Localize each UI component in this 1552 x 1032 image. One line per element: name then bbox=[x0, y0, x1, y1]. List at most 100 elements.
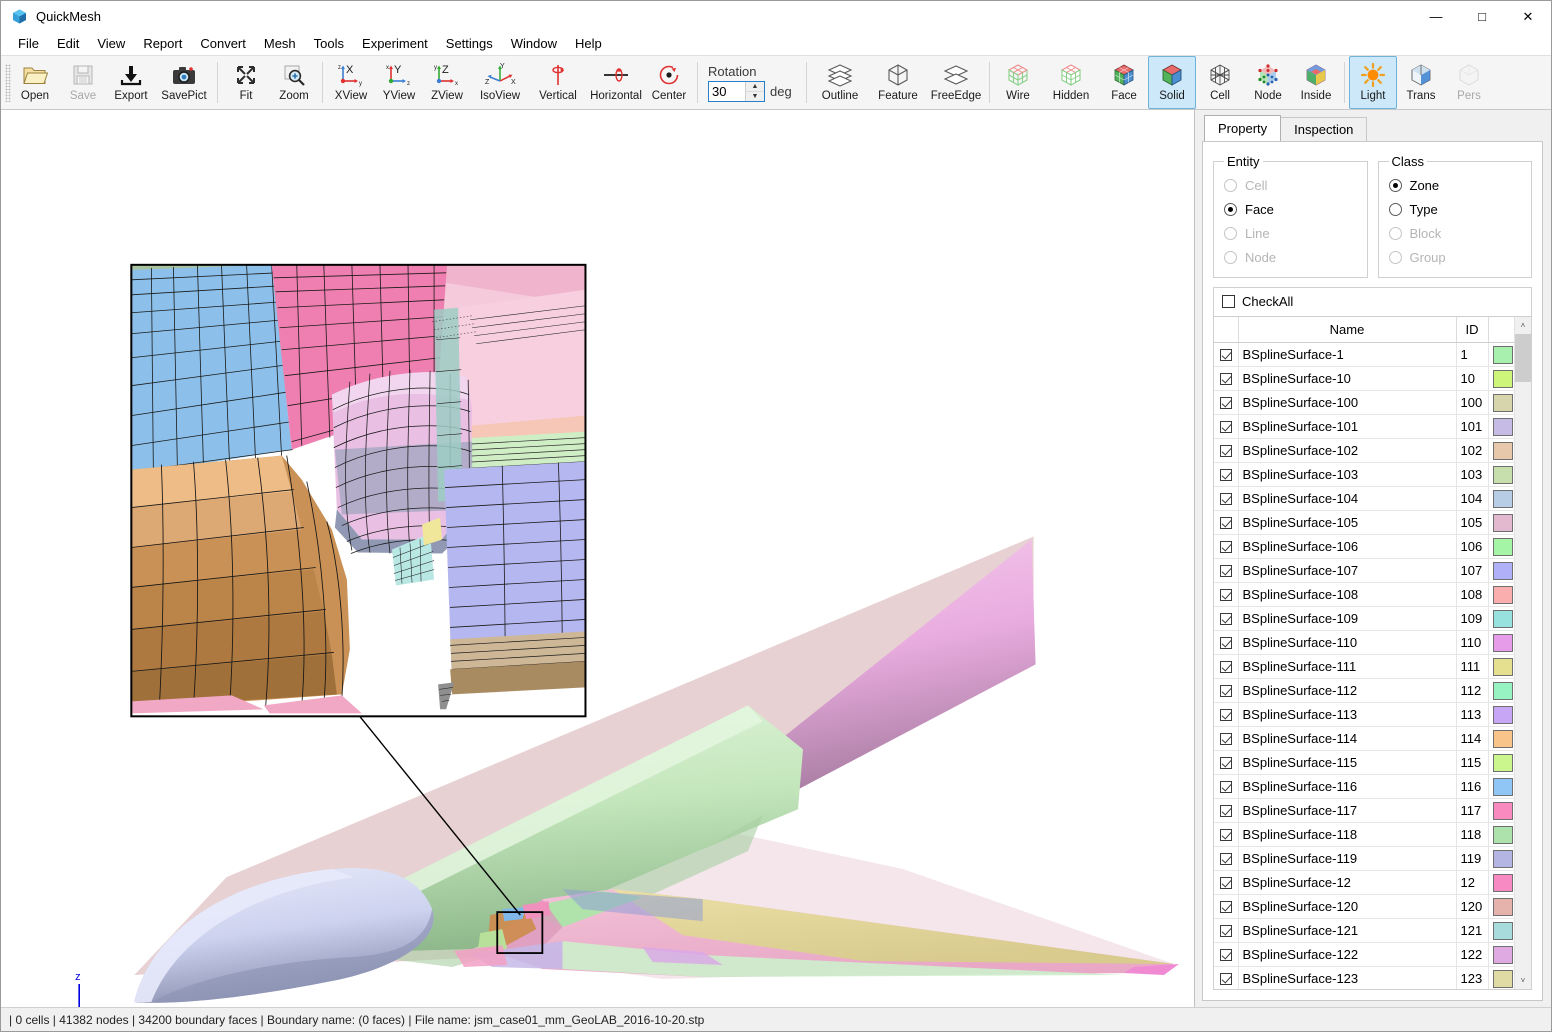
menu-view[interactable]: View bbox=[88, 33, 134, 54]
color-swatch[interactable] bbox=[1492, 682, 1513, 700]
row-color-cell[interactable] bbox=[1488, 342, 1514, 367]
trans-button[interactable]: Trans bbox=[1397, 56, 1445, 109]
row-checkbox[interactable] bbox=[1219, 445, 1232, 458]
row-color-cell[interactable] bbox=[1488, 414, 1514, 439]
color-swatch[interactable] bbox=[1492, 970, 1513, 988]
menu-convert[interactable]: Convert bbox=[191, 33, 255, 54]
color-swatch[interactable] bbox=[1492, 730, 1513, 748]
face-button[interactable]: Face bbox=[1100, 56, 1148, 109]
color-swatch[interactable] bbox=[1492, 346, 1513, 364]
row-color-cell[interactable] bbox=[1488, 534, 1514, 559]
row-checkbox[interactable] bbox=[1219, 565, 1232, 578]
color-swatch[interactable] bbox=[1492, 610, 1513, 628]
row-checkbox[interactable] bbox=[1219, 925, 1232, 938]
row-name-cell[interactable]: BSplineSurface-111 bbox=[1238, 654, 1457, 679]
zview-button[interactable]: Z x y ZView bbox=[423, 56, 471, 109]
row-name-cell[interactable]: BSplineSurface-100 bbox=[1238, 390, 1457, 415]
table-row[interactable]: BSplineSurface-122 122 bbox=[1214, 942, 1514, 967]
solid-button[interactable]: Solid bbox=[1148, 56, 1196, 109]
color-swatch[interactable] bbox=[1492, 586, 1513, 604]
tab-property[interactable]: Property bbox=[1204, 115, 1282, 141]
row-checkbox[interactable] bbox=[1219, 469, 1232, 482]
row-name-cell[interactable]: BSplineSurface-12 bbox=[1238, 870, 1457, 895]
row-checkbox-cell[interactable] bbox=[1214, 462, 1239, 487]
rotation-spin-down-icon[interactable]: ▼ bbox=[746, 92, 764, 101]
color-swatch[interactable] bbox=[1492, 394, 1513, 412]
row-checkbox[interactable] bbox=[1219, 781, 1232, 794]
row-checkbox[interactable] bbox=[1219, 829, 1232, 842]
row-checkbox-cell[interactable] bbox=[1214, 870, 1239, 895]
row-checkbox[interactable] bbox=[1219, 709, 1232, 722]
row-name-cell[interactable]: BSplineSurface-115 bbox=[1238, 750, 1457, 775]
row-name-cell[interactable]: BSplineSurface-1 bbox=[1238, 342, 1457, 367]
open-button[interactable]: Open bbox=[11, 56, 59, 109]
table-row[interactable]: BSplineSurface-1 1 bbox=[1214, 342, 1514, 367]
color-swatch[interactable] bbox=[1492, 490, 1513, 508]
maximize-button[interactable]: □ bbox=[1459, 1, 1505, 32]
table-row[interactable]: BSplineSurface-101 101 bbox=[1214, 414, 1514, 439]
minimize-button[interactable]: — bbox=[1413, 1, 1459, 32]
table-row[interactable]: BSplineSurface-121 121 bbox=[1214, 918, 1514, 943]
color-swatch[interactable] bbox=[1492, 562, 1513, 580]
menu-help[interactable]: Help bbox=[566, 33, 611, 54]
row-name-cell[interactable]: BSplineSurface-10 bbox=[1238, 366, 1457, 391]
check-all-row[interactable]: CheckAll bbox=[1214, 294, 1531, 316]
row-color-cell[interactable] bbox=[1488, 486, 1514, 511]
check-all-checkbox[interactable] bbox=[1222, 295, 1235, 308]
row-name-cell[interactable]: BSplineSurface-109 bbox=[1238, 606, 1457, 631]
tab-inspection[interactable]: Inspection bbox=[1280, 117, 1368, 141]
table-row[interactable]: BSplineSurface-108 108 bbox=[1214, 582, 1514, 607]
row-checkbox-cell[interactable] bbox=[1214, 774, 1239, 799]
save-button[interactable]: Save bbox=[59, 56, 107, 109]
color-swatch[interactable] bbox=[1492, 634, 1513, 652]
row-color-cell[interactable] bbox=[1488, 678, 1514, 703]
wire-button[interactable]: Wire bbox=[994, 56, 1042, 109]
color-swatch[interactable] bbox=[1492, 370, 1513, 388]
row-checkbox-cell[interactable] bbox=[1214, 750, 1239, 775]
radio-type-icon[interactable] bbox=[1388, 202, 1402, 216]
row-checkbox[interactable] bbox=[1219, 949, 1232, 962]
feature-button[interactable]: Feature bbox=[869, 56, 927, 109]
menu-file[interactable]: File bbox=[9, 33, 48, 54]
row-checkbox-cell[interactable] bbox=[1214, 726, 1239, 751]
row-checkbox-cell[interactable] bbox=[1214, 510, 1239, 535]
row-name-cell[interactable]: BSplineSurface-120 bbox=[1238, 894, 1457, 919]
color-swatch[interactable] bbox=[1492, 922, 1513, 940]
horizontal-button[interactable]: Horizontal bbox=[587, 56, 645, 109]
radio-zone-icon[interactable] bbox=[1388, 178, 1402, 192]
th-id[interactable]: ID bbox=[1456, 317, 1489, 343]
row-checkbox-cell[interactable] bbox=[1214, 486, 1239, 511]
rotation-spin-arrows[interactable]: ▲ ▼ bbox=[745, 81, 764, 101]
row-checkbox[interactable] bbox=[1219, 877, 1232, 890]
row-checkbox[interactable] bbox=[1219, 349, 1232, 362]
close-button[interactable]: ✕ bbox=[1505, 1, 1551, 32]
row-name-cell[interactable]: BSplineSurface-122 bbox=[1238, 942, 1457, 967]
table-row[interactable]: BSplineSurface-110 110 bbox=[1214, 630, 1514, 655]
class-type-option[interactable]: Type bbox=[1388, 197, 1524, 221]
row-color-cell[interactable] bbox=[1488, 510, 1514, 535]
rotation-input[interactable] bbox=[709, 81, 745, 101]
yview-button[interactable]: Y z x YView bbox=[375, 56, 423, 109]
row-color-cell[interactable] bbox=[1488, 726, 1514, 751]
table-row[interactable]: BSplineSurface-123 123 bbox=[1214, 966, 1514, 989]
row-color-cell[interactable] bbox=[1488, 822, 1514, 847]
row-checkbox[interactable] bbox=[1219, 613, 1232, 626]
color-swatch[interactable] bbox=[1492, 538, 1513, 556]
row-checkbox[interactable] bbox=[1219, 901, 1232, 914]
freeedge-button[interactable]: FreeEdge bbox=[927, 56, 985, 109]
row-color-cell[interactable] bbox=[1488, 750, 1514, 775]
row-color-cell[interactable] bbox=[1488, 654, 1514, 679]
row-name-cell[interactable]: BSplineSurface-110 bbox=[1238, 630, 1457, 655]
rotation-spin-up-icon[interactable]: ▲ bbox=[746, 82, 764, 92]
row-checkbox[interactable] bbox=[1219, 493, 1232, 506]
row-color-cell[interactable] bbox=[1488, 630, 1514, 655]
table-row[interactable]: BSplineSurface-102 102 bbox=[1214, 438, 1514, 463]
radio-face-icon[interactable] bbox=[1224, 202, 1237, 216]
table-row[interactable]: BSplineSurface-114 114 bbox=[1214, 726, 1514, 751]
row-name-cell[interactable]: BSplineSurface-123 bbox=[1238, 966, 1457, 989]
row-checkbox-cell[interactable] bbox=[1214, 894, 1239, 919]
table-row[interactable]: BSplineSurface-12 12 bbox=[1214, 870, 1514, 895]
row-name-cell[interactable]: BSplineSurface-114 bbox=[1238, 726, 1457, 751]
row-name-cell[interactable]: BSplineSurface-108 bbox=[1238, 582, 1457, 607]
row-color-cell[interactable] bbox=[1488, 462, 1514, 487]
